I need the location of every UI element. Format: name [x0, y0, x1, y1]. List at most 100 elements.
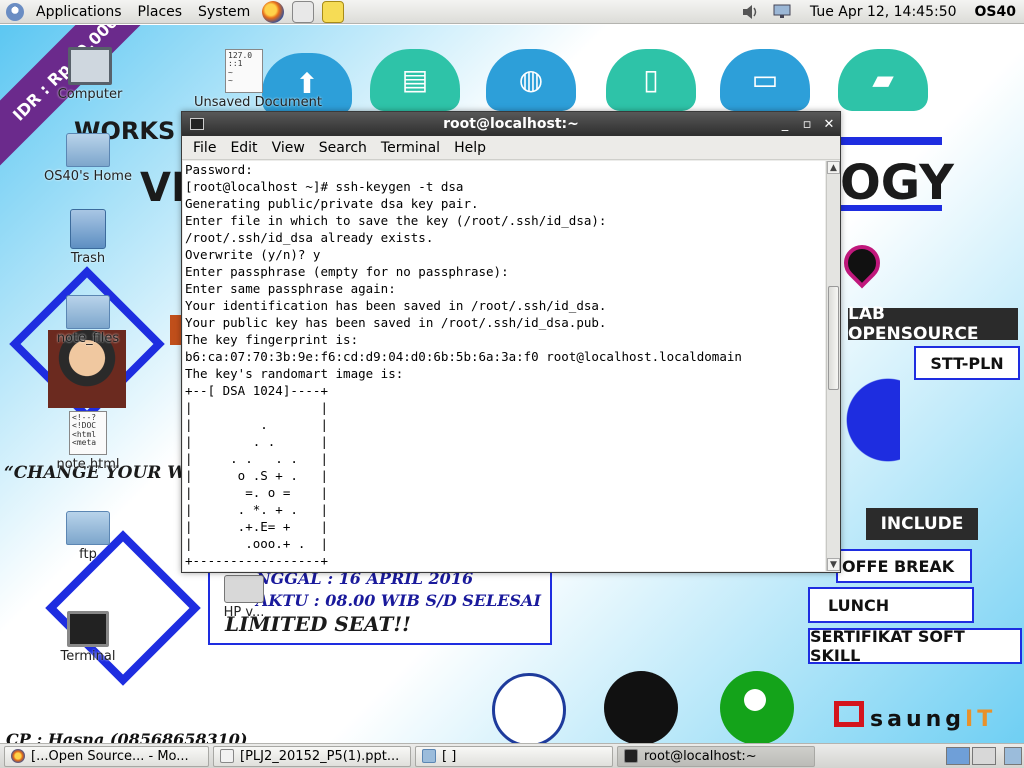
mail-launcher-icon[interactable] — [292, 0, 315, 23]
workspace-switcher — [946, 747, 1024, 765]
top-panel: Applications Places System Tue Apr 12, 1… — [0, 0, 1024, 24]
terminal-title: root@localhost:~ — [443, 116, 579, 132]
open-source-logo — [720, 671, 794, 743]
folder-icon — [422, 749, 436, 763]
clock[interactable]: Tue Apr 12, 14:45:50 — [798, 4, 969, 20]
desktop-icon-note-html[interactable]: <!--? <!DOC <html <meta note.html — [38, 411, 138, 472]
menu-file[interactable]: File — [186, 140, 223, 156]
desktop-icon-unsaved-document[interactable]: 127.0 ::1 ~ ~ Unsaved Document — [194, 49, 322, 110]
contact-person-text: CP : Hasna (08568658310) — [6, 730, 248, 743]
distro-logo-icon — [6, 2, 24, 21]
cloud-desktop-icon: ▭ — [720, 49, 810, 111]
window-controls: _ ▫ ✕ — [774, 113, 840, 135]
desktop-icon-computer[interactable]: Computer — [40, 47, 140, 102]
desktop-icon-home[interactable]: OS40's Home — [38, 127, 138, 184]
terminal-icon — [67, 611, 109, 647]
task-label: root@localhost:~ — [644, 748, 757, 764]
html-file-icon: <!--? <!DOC <html <meta — [69, 411, 107, 455]
task-browser[interactable]: [...Open Source... - Mo... — [4, 745, 209, 767]
saung-it-text: IT — [965, 707, 997, 732]
terminal-menubar: File Edit View Search Terminal Help — [182, 136, 840, 160]
taskbar: [...Open Source... - Mo... [PLJ2_20152_P… — [0, 743, 1024, 768]
desktop-icon-label: Computer — [57, 87, 123, 102]
desktop-icon-label: HP v... — [223, 605, 265, 620]
certificate-box: SERTIFIKAT SOFT SKILL — [808, 627, 1022, 665]
terminal-titlebar[interactable]: root@localhost:~ _ ▫ ✕ — [182, 112, 840, 136]
desktop-icon-label: Unsaved Document — [194, 95, 322, 110]
lab-opensource-badge: LAB OPENSOURCE — [848, 304, 1018, 344]
menu-system[interactable]: System — [190, 0, 258, 24]
locked-folder-icon — [66, 511, 110, 545]
menu-places[interactable]: Places — [130, 0, 191, 24]
menu-applications[interactable]: Applications — [28, 0, 130, 24]
scrollbar-thumb[interactable] — [828, 286, 839, 390]
menu-view[interactable]: View — [265, 140, 312, 156]
cloud-globe-icon: ◍ — [486, 49, 576, 111]
desktop-icon-note-files[interactable]: note_files — [38, 289, 138, 346]
saung-house-logo-icon — [834, 701, 864, 727]
folder-icon — [66, 295, 110, 329]
task-label: [PLJ2_20152_P5(1).ppt... — [240, 748, 400, 764]
coffee-break-box: OFFE BREAK — [836, 549, 972, 583]
trash-applet-icon[interactable] — [1004, 747, 1022, 765]
network-icon[interactable] — [772, 3, 792, 21]
location-pin-icon — [836, 237, 888, 289]
user-menu[interactable]: OS40 — [969, 4, 1024, 20]
task-file-manager[interactable]: [ ] — [415, 745, 613, 767]
menu-edit[interactable]: Edit — [223, 140, 264, 156]
firefox-launcher-icon[interactable] — [262, 0, 285, 23]
saung-it-logo: saungIT — [870, 707, 996, 732]
stt-pln-logo — [492, 673, 566, 743]
desktop-icon-trash[interactable]: Trash — [38, 209, 138, 266]
wallpaper-circle — [840, 330, 900, 510]
desktop-icon-label: note.html — [56, 457, 120, 472]
menu-terminal[interactable]: Terminal — [374, 140, 447, 156]
terminal-icon — [624, 749, 638, 763]
desktop-icon-terminal[interactable]: Terminal — [38, 611, 138, 664]
scroll-down-icon[interactable]: ▼ — [827, 558, 840, 571]
workspace-2[interactable] — [972, 747, 996, 765]
maximize-icon[interactable]: ▫ — [796, 113, 818, 135]
desktop-icon-label: OS40's Home — [44, 169, 132, 184]
terminal-scrollbar[interactable]: ▲ ▼ — [826, 161, 840, 571]
home-folder-icon — [66, 133, 110, 167]
menu-search[interactable]: Search — [312, 140, 374, 156]
task-label: [ ] — [442, 748, 457, 764]
task-label: [...Open Source... - Mo... — [31, 748, 189, 764]
document-icon — [220, 749, 234, 763]
close-icon[interactable]: ✕ — [818, 113, 840, 135]
include-badge: INCLUDE — [866, 508, 978, 540]
terminal-output[interactable]: Password: [root@localhost ~]# ssh-keygen… — [183, 161, 825, 571]
desktop-icon-label: note_files — [56, 331, 120, 346]
computer-icon — [68, 47, 112, 85]
trash-icon — [70, 209, 106, 249]
event-time-text: AKTU : 08.00 WIB S/D SELESAI — [256, 591, 541, 610]
lunch-box: LUNCH — [808, 587, 974, 623]
labkom-logo — [604, 671, 678, 743]
scroll-up-icon[interactable]: ▲ — [827, 161, 840, 174]
stt-pln-box: STT-PLN — [914, 346, 1020, 380]
minimize-icon[interactable]: _ — [774, 113, 796, 135]
workspace-1[interactable] — [946, 747, 970, 765]
usb-drive-icon — [224, 575, 264, 603]
terminal-window[interactable]: root@localhost:~ _ ▫ ✕ File Edit View Se… — [181, 111, 841, 573]
task-presentation[interactable]: [PLJ2_20152_P5(1).ppt... — [213, 745, 411, 767]
menu-help[interactable]: Help — [447, 140, 493, 156]
panel-tray: Tue Apr 12, 14:45:50 OS40 — [734, 0, 1024, 24]
desktop-icon-ftp[interactable]: ftp — [38, 505, 138, 562]
wallpaper-stripe — [840, 205, 942, 211]
terminal-text: Password: [root@localhost ~]# ssh-keygen… — [185, 162, 742, 568]
volume-icon[interactable] — [740, 3, 760, 21]
desktop-icon-label: Terminal — [60, 649, 116, 664]
notes-launcher-icon[interactable] — [322, 0, 345, 23]
desktop-icon-label: ftp — [79, 547, 97, 562]
desktop-icon-usb-drive[interactable]: HP v... — [194, 575, 294, 620]
saung-text: saung — [870, 707, 966, 732]
task-terminal[interactable]: root@localhost:~ — [617, 745, 815, 767]
wallpaper-stripe — [840, 137, 942, 145]
cloud-mobile-icon: ▯ — [606, 49, 696, 111]
firefox-icon — [11, 749, 25, 763]
desktop-icon-label: Trash — [70, 251, 106, 266]
cloud-folder-icon: ▰ — [838, 49, 928, 111]
text-file-icon: 127.0 ::1 ~ ~ — [225, 49, 263, 93]
